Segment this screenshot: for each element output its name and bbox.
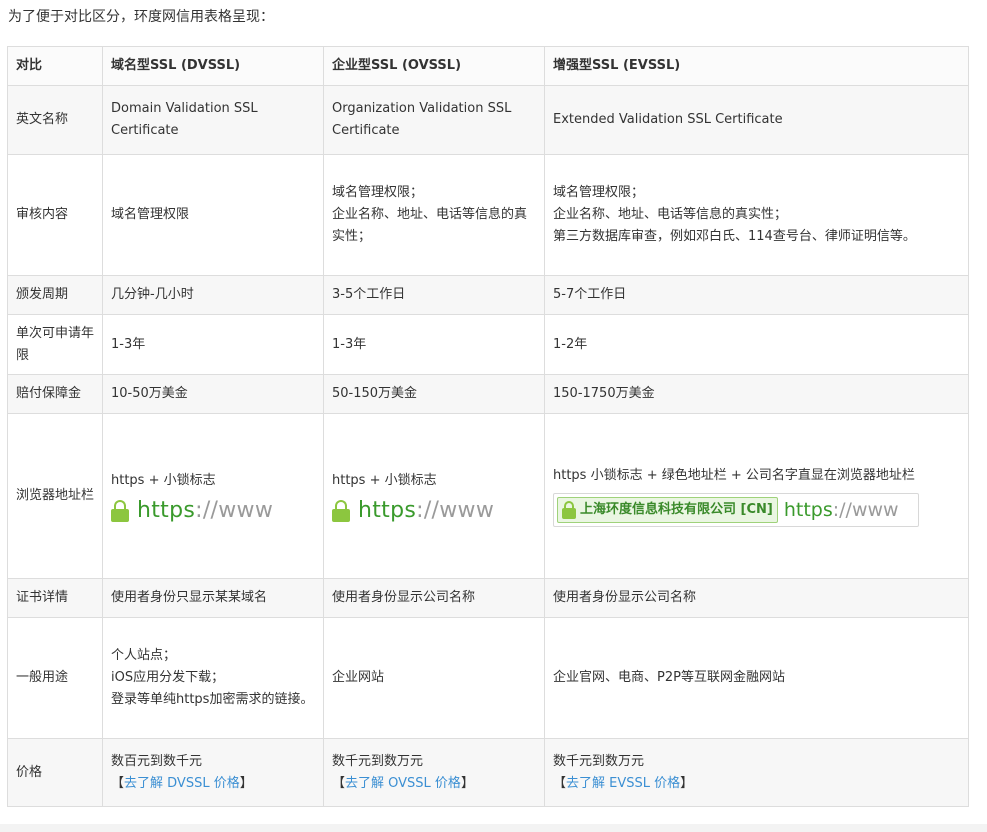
ev-period: 5-7个工作日: [544, 275, 969, 315]
lock-icon: [332, 500, 350, 522]
url-rest: ://www: [832, 499, 899, 521]
table-row-browser: 浏览器地址栏 https + 小锁标志 https://www https + …: [7, 413, 969, 579]
ev-cert: 使用者身份显示公司名称: [544, 578, 969, 618]
ov-browser: https + 小锁标志 https://www: [323, 413, 545, 579]
row-label: 一般用途: [7, 617, 103, 739]
table-row-price: 价格 数百元到数千元 【去了解 DVSSL 价格】 数千元到数万元 【去了解 O…: [7, 738, 969, 807]
header-evssl: 增强型SSL (EVSSL): [544, 46, 969, 86]
ev-browser-text: https 小锁标志 + 绿色地址栏 + 公司名字直显在浏览器地址栏: [553, 468, 915, 483]
ov-address-bar-sample: https://www: [332, 500, 536, 522]
ov-period: 3-5个工作日: [323, 275, 545, 315]
table-row-usage: 一般用途 个人站点； iOS应用分发下载； 登录等单纯https加密需求的链接。…: [7, 617, 969, 739]
ov-years: 1-3年: [323, 314, 545, 375]
header-ovssl: 企业型SSL (OVSSL): [323, 46, 545, 86]
url-https: https: [783, 499, 833, 521]
ssl-comparison-table: 对比 域名型SSL (DVSSL) 企业型SSL (OVSSL) 增强型SSL …: [7, 46, 969, 807]
bracket-close: 】: [239, 775, 253, 791]
ev-warranty: 150-1750万美金: [544, 374, 969, 414]
ev-company-badge: 上海环度信息科技有限公司 [CN]: [557, 497, 778, 523]
dv-years: 1-3年: [102, 314, 324, 375]
lock-icon: [111, 500, 129, 522]
ov-browser-text: https + 小锁标志: [332, 473, 437, 488]
ev-audit: 域名管理权限； 企业名称、地址、电话等信息的真实性； 第三方数据库审查，例如邓白…: [544, 154, 969, 276]
ov-price-range: 数千元到数万元: [332, 753, 424, 769]
ev-years: 1-2年: [544, 314, 969, 375]
dv-usage-line: 个人站点；: [111, 648, 177, 663]
ev-english-name: Extended Validation SSL Certificate: [544, 85, 969, 155]
dv-price-link[interactable]: 去了解 DVSSL 价格: [124, 776, 240, 791]
dv-usage: 个人站点； iOS应用分发下载； 登录等单纯https加密需求的链接。: [102, 617, 324, 739]
row-label: 价格: [7, 738, 103, 807]
dv-warranty: 10-50万美金: [102, 374, 324, 414]
row-label: 单次可申请年限: [7, 314, 103, 375]
row-label: 英文名称: [7, 85, 103, 155]
ev-audit-line: 域名管理权限；: [553, 185, 645, 200]
lock-icon: [562, 501, 576, 519]
ev-browser: https 小锁标志 + 绿色地址栏 + 公司名字直显在浏览器地址栏 上海环度信…: [544, 413, 969, 579]
table-row-cert: 证书详情 使用者身份只显示某某域名 使用者身份显示公司名称 使用者身份显示公司名…: [7, 578, 969, 618]
ev-audit-line: 第三方数据库审查，例如邓白氏、114查号台、律师证明信等。: [553, 229, 916, 244]
intro-text: 为了便于对比区分，环度网信用表格呈现：: [8, 9, 274, 25]
bracket-close: 】: [680, 775, 694, 791]
row-label: 审核内容: [7, 154, 103, 276]
table-row-english-name: 英文名称 Domain Validation SSL Certificate O…: [7, 85, 969, 155]
ev-company-name: 上海环度信息科技有限公司 [CN]: [580, 502, 773, 517]
url-rest: ://www: [195, 498, 274, 523]
row-label: 证书详情: [7, 578, 103, 618]
ev-audit-line: 企业名称、地址、电话等信息的真实性；: [553, 207, 788, 222]
ev-price-range: 数千元到数万元: [553, 753, 645, 769]
table-row-warranty: 赔付保障金 10-50万美金 50-150万美金 150-1750万美金: [7, 374, 969, 414]
dv-cert: 使用者身份只显示某某域名: [102, 578, 324, 618]
ov-price-link[interactable]: 去了解 OVSSL 价格: [345, 776, 461, 791]
url-https: https: [358, 498, 417, 523]
ov-english-name: Organization Validation SSL Certificate: [323, 85, 545, 155]
url-https: https: [137, 498, 196, 523]
ov-cert: 使用者身份显示公司名称: [323, 578, 545, 618]
dv-period: 几分钟-几小时: [102, 275, 324, 315]
ov-usage: 企业网站: [323, 617, 545, 739]
dv-usage-line: iOS应用分发下载；: [111, 670, 225, 685]
bracket-open: 【: [332, 775, 346, 791]
header-compare: 对比: [7, 46, 103, 86]
dv-usage-line: 登录等单纯https加密需求的链接。: [111, 692, 314, 707]
bracket-open: 【: [111, 775, 125, 791]
url-rest: ://www: [416, 498, 495, 523]
ov-audit: 域名管理权限； 企业名称、地址、电话等信息的真实性；: [323, 154, 545, 276]
ov-price: 数千元到数万元 【去了解 OVSSL 价格】: [323, 738, 545, 807]
bracket-open: 【: [553, 775, 567, 791]
table-header-row: 对比 域名型SSL (DVSSL) 企业型SSL (OVSSL) 增强型SSL …: [7, 46, 969, 86]
ev-price: 数千元到数万元 【去了解 EVSSL 价格】: [544, 738, 969, 807]
ov-audit-line: 企业名称、地址、电话等信息的真实性；: [332, 207, 528, 244]
header-dvssl: 域名型SSL (DVSSL): [102, 46, 324, 86]
ev-address-bar-sample: 上海环度信息科技有限公司 [CN] https://www: [553, 493, 919, 527]
dv-address-bar-sample: https://www: [111, 500, 315, 522]
row-label: 浏览器地址栏: [7, 413, 103, 579]
dv-browser-text: https + 小锁标志: [111, 473, 216, 488]
ov-audit-line: 域名管理权限；: [332, 185, 424, 200]
dv-browser: https + 小锁标志 https://www: [102, 413, 324, 579]
bracket-close: 】: [460, 775, 474, 791]
dv-price: 数百元到数千元 【去了解 DVSSL 价格】: [102, 738, 324, 807]
ev-price-link[interactable]: 去了解 EVSSL 价格: [566, 776, 680, 791]
row-label: 赔付保障金: [7, 374, 103, 414]
ov-warranty: 50-150万美金: [323, 374, 545, 414]
page-bottom-strip: [0, 824, 987, 832]
table-row-audit: 审核内容 域名管理权限 域名管理权限； 企业名称、地址、电话等信息的真实性； 域…: [7, 154, 969, 276]
table-row-period: 颁发周期 几分钟-几小时 3-5个工作日 5-7个工作日: [7, 275, 969, 315]
dv-price-range: 数百元到数千元: [111, 753, 203, 769]
table-row-years: 单次可申请年限 1-3年 1-3年 1-2年: [7, 314, 969, 375]
ev-usage: 企业官网、电商、P2P等互联网金融网站: [544, 617, 969, 739]
dv-audit: 域名管理权限: [102, 154, 324, 276]
row-label: 颁发周期: [7, 275, 103, 315]
dv-english-name: Domain Validation SSL Certificate: [102, 85, 324, 155]
